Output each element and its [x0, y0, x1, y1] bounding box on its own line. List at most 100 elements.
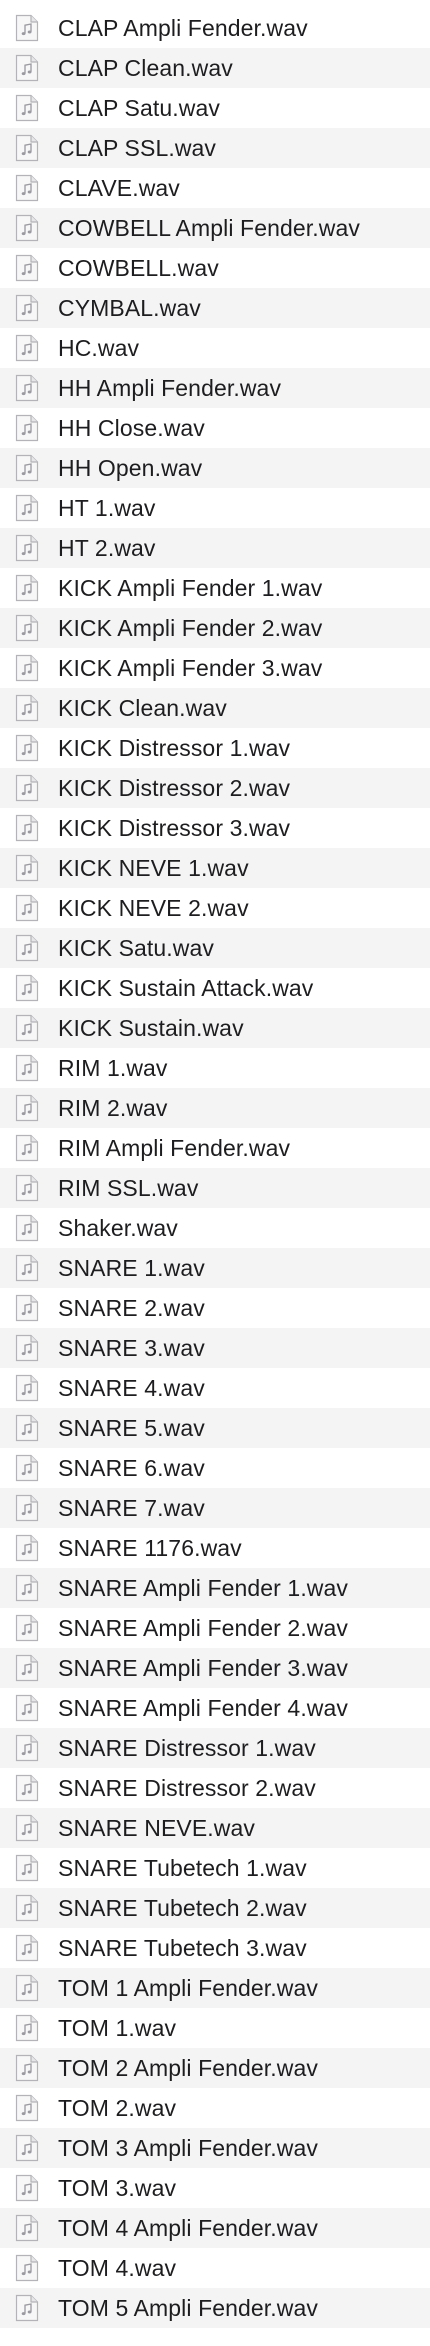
file-name: TOM 4 Ampli Fender.wav [58, 2215, 318, 2241]
audio-file-icon [15, 1254, 39, 1282]
file-row[interactable]: SNARE 6.wav [0, 1448, 430, 1488]
file-row[interactable]: HH Open.wav [0, 448, 430, 488]
file-row[interactable]: RIM 2.wav [0, 1088, 430, 1128]
file-row[interactable]: KICK Ampli Fender 1.wav [0, 568, 430, 608]
file-row[interactable]: HH Ampli Fender.wav [0, 368, 430, 408]
file-row[interactable]: RIM 1.wav [0, 1048, 430, 1088]
file-row[interactable]: CLAP Clean.wav [0, 48, 430, 88]
file-row[interactable]: TOM 1.wav [0, 2008, 430, 2048]
file-name: RIM SSL.wav [58, 1175, 199, 1201]
file-row[interactable]: KICK Clean.wav [0, 688, 430, 728]
file-row[interactable]: HT 1.wav [0, 488, 430, 528]
file-name: SNARE Tubetech 1.wav [58, 1855, 307, 1881]
file-row[interactable]: SNARE Ampli Fender 1.wav [0, 1568, 430, 1608]
file-row[interactable]: TOM 3.wav [0, 2168, 430, 2208]
file-row[interactable]: RIM Ampli Fender.wav [0, 1128, 430, 1168]
audio-file-icon [15, 1854, 39, 1882]
file-name: TOM 2 Ampli Fender.wav [58, 2055, 318, 2081]
file-name: SNARE 1.wav [58, 1255, 205, 1281]
file-name: TOM 3.wav [58, 2175, 177, 2201]
audio-file-icon [15, 1774, 39, 1802]
file-row[interactable]: SNARE Tubetech 3.wav [0, 1928, 430, 1968]
file-row[interactable]: RIM SSL.wav [0, 1168, 430, 1208]
file-row[interactable]: KICK Satu.wav [0, 928, 430, 968]
file-row[interactable]: SNARE 2.wav [0, 1288, 430, 1328]
file-row[interactable]: KICK Distressor 2.wav [0, 768, 430, 808]
file-name: HH Open.wav [58, 455, 203, 481]
file-row[interactable]: CLAP Ampli Fender.wav [0, 8, 430, 48]
file-row[interactable]: HT 2.wav [0, 528, 430, 568]
file-row[interactable]: HH Close.wav [0, 408, 430, 448]
audio-file-icon [15, 534, 39, 562]
file-row[interactable]: SNARE Ampli Fender 4.wav [0, 1688, 430, 1728]
file-row[interactable]: CLAP SSL.wav [0, 128, 430, 168]
audio-file-icon [15, 214, 39, 242]
audio-file-icon [15, 374, 39, 402]
file-row[interactable]: KICK Sustain Attack.wav [0, 968, 430, 1008]
file-row[interactable]: TOM 2 Ampli Fender.wav [0, 2048, 430, 2088]
file-row[interactable]: SNARE 3.wav [0, 1328, 430, 1368]
audio-file-icon [15, 654, 39, 682]
file-row[interactable]: SNARE Distressor 1.wav [0, 1728, 430, 1768]
file-row[interactable]: Shaker.wav [0, 1208, 430, 1248]
file-name: KICK Distressor 1.wav [58, 735, 291, 761]
file-row[interactable]: SNARE Ampli Fender 2.wav [0, 1608, 430, 1648]
file-name: TOM 5 Ampli Fender.wav [58, 2295, 318, 2321]
audio-file-icon [15, 1054, 39, 1082]
file-row[interactable]: KICK NEVE 1.wav [0, 848, 430, 888]
audio-file-icon [15, 1454, 39, 1482]
file-name: TOM 4.wav [58, 2255, 177, 2281]
audio-file-icon [15, 1374, 39, 1402]
file-name: KICK Ampli Fender 3.wav [58, 655, 323, 681]
audio-file-icon [15, 1094, 39, 1122]
file-row[interactable]: SNARE 7.wav [0, 1488, 430, 1528]
file-row[interactable]: TOM 2.wav [0, 2088, 430, 2128]
file-row[interactable]: HC.wav [0, 328, 430, 368]
file-name: SNARE Distressor 2.wav [58, 1775, 316, 1801]
file-row[interactable]: SNARE 5.wav [0, 1408, 430, 1448]
file-name: KICK NEVE 1.wav [58, 855, 249, 881]
audio-file-icon [15, 1414, 39, 1442]
file-row[interactable]: KICK Ampli Fender 3.wav [0, 648, 430, 688]
file-row[interactable]: SNARE Tubetech 1.wav [0, 1848, 430, 1888]
file-name: CLAP Ampli Fender.wav [58, 15, 308, 41]
file-row[interactable]: KICK Ampli Fender 2.wav [0, 608, 430, 648]
file-row[interactable]: CLAVE.wav [0, 168, 430, 208]
file-row[interactable]: KICK Distressor 1.wav [0, 728, 430, 768]
file-name: KICK Sustain Attack.wav [58, 975, 314, 1001]
file-row[interactable]: CLAP Satu.wav [0, 88, 430, 128]
audio-file-icon [15, 1014, 39, 1042]
file-row[interactable]: SNARE Distressor 2.wav [0, 1768, 430, 1808]
file-row[interactable]: SNARE 1.wav [0, 1248, 430, 1288]
file-name: SNARE Ampli Fender 2.wav [58, 1615, 349, 1641]
file-name: COWBELL.wav [58, 255, 219, 281]
file-row[interactable]: TOM 5 Ampli Fender.wav [0, 2288, 430, 2328]
audio-file-icon [15, 2254, 39, 2282]
audio-file-icon [15, 1134, 39, 1162]
file-row[interactable]: KICK Sustain.wav [0, 1008, 430, 1048]
file-row[interactable]: TOM 1 Ampli Fender.wav [0, 1968, 430, 2008]
audio-file-icon [15, 1894, 39, 1922]
file-row[interactable]: SNARE 4.wav [0, 1368, 430, 1408]
file-name: RIM 1.wav [58, 1055, 168, 1081]
file-name: CLAP Clean.wav [58, 55, 233, 81]
file-row[interactable]: TOM 4.wav [0, 2248, 430, 2288]
file-row[interactable]: SNARE Ampli Fender 3.wav [0, 1648, 430, 1688]
audio-file-icon [15, 1534, 39, 1562]
file-row[interactable]: TOM 3 Ampli Fender.wav [0, 2128, 430, 2168]
audio-file-icon [15, 2054, 39, 2082]
audio-file-icon [15, 574, 39, 602]
audio-file-icon [15, 774, 39, 802]
file-row[interactable]: SNARE NEVE.wav [0, 1808, 430, 1848]
file-row[interactable]: TOM 4 Ampli Fender.wav [0, 2208, 430, 2248]
file-row[interactable]: CYMBAL.wav [0, 288, 430, 328]
file-row[interactable]: SNARE 1176.wav [0, 1528, 430, 1568]
file-row[interactable]: KICK NEVE 2.wav [0, 888, 430, 928]
file-row[interactable]: KICK Distressor 3.wav [0, 808, 430, 848]
file-row[interactable]: COWBELL.wav [0, 248, 430, 288]
file-name: CYMBAL.wav [58, 295, 201, 321]
file-name: SNARE 2.wav [58, 1295, 205, 1321]
file-row[interactable]: SNARE Tubetech 2.wav [0, 1888, 430, 1928]
file-row[interactable]: COWBELL Ampli Fender.wav [0, 208, 430, 248]
audio-file-icon [15, 734, 39, 762]
